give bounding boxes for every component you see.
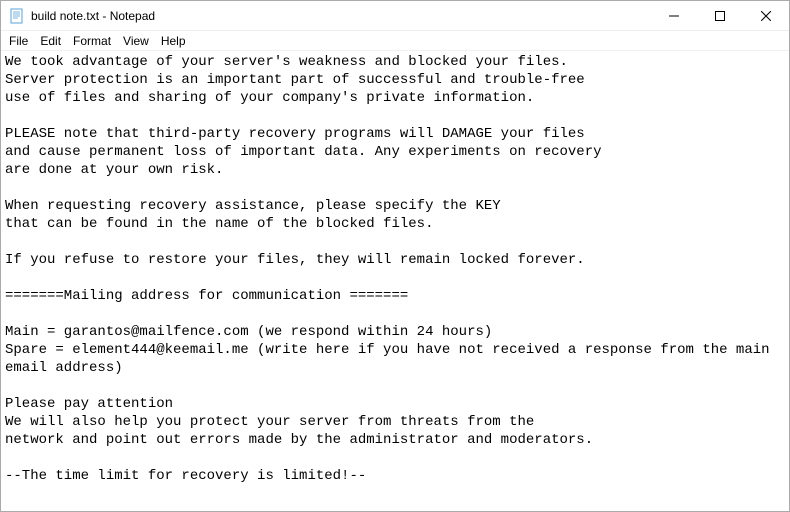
close-button[interactable] <box>743 1 789 30</box>
maximize-button[interactable] <box>697 1 743 30</box>
minimize-button[interactable] <box>651 1 697 30</box>
window-controls <box>651 1 789 30</box>
notepad-window: build note.txt - Notepad File Edit Forma… <box>0 0 790 512</box>
menu-view[interactable]: View <box>117 33 155 49</box>
menu-edit[interactable]: Edit <box>34 33 67 49</box>
text-editor[interactable] <box>1 51 789 511</box>
notepad-icon <box>9 8 25 24</box>
menu-file[interactable]: File <box>3 33 34 49</box>
menu-format[interactable]: Format <box>67 33 117 49</box>
menubar: File Edit Format View Help <box>1 31 789 51</box>
menu-help[interactable]: Help <box>155 33 192 49</box>
titlebar[interactable]: build note.txt - Notepad <box>1 1 789 31</box>
window-title: build note.txt - Notepad <box>31 9 651 23</box>
content-area <box>1 51 789 511</box>
